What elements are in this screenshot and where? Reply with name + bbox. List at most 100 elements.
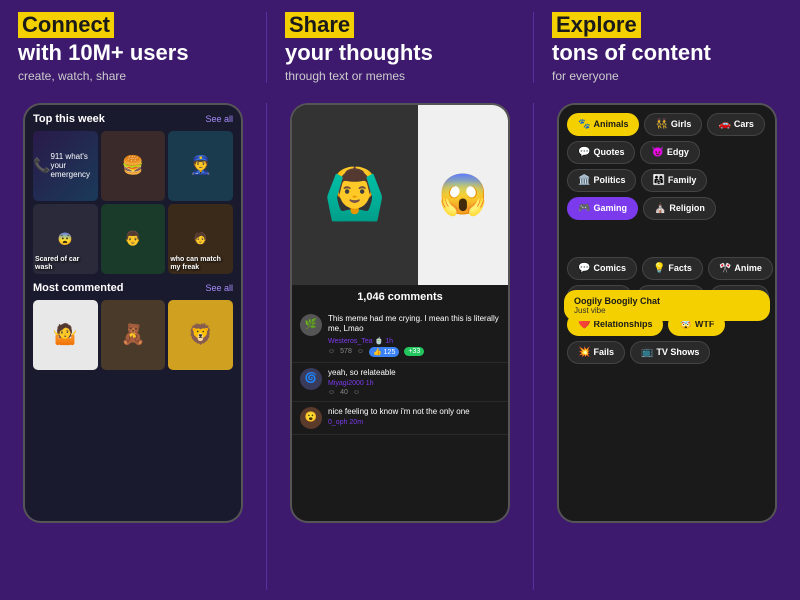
see-all-top[interactable]: See all — [205, 114, 233, 124]
tag-family[interactable]: 👨‍👩‍👧Family — [641, 169, 707, 192]
tags-row-5: 💬Comics 💡Facts 🎌Anime — [567, 257, 767, 280]
most-cell-0[interactable]: 🤷 — [33, 300, 98, 370]
header-sub-connect: create, watch, share — [18, 69, 248, 83]
tag-icon-gaming: 🎮 — [578, 203, 590, 214]
tag-label-tvshows: TV Shows — [656, 347, 699, 357]
comments-count: 1,046 comments — [292, 285, 508, 309]
tag-label-family: Family — [668, 175, 697, 185]
header-title-explore: tons of content — [552, 40, 782, 66]
react-blue-0: 👍 125 — [369, 347, 399, 357]
react-green-0: +33 — [404, 347, 424, 356]
grid-bg-1: 🍔 — [101, 131, 166, 201]
comment-item-2: 😮 nice feeling to know i'm not the only … — [292, 402, 508, 435]
tag-comics[interactable]: 💬Comics — [567, 257, 637, 280]
phone1-content: Top this week See all 📞911 what's your e… — [25, 105, 241, 521]
comment-text-2: nice feeling to know i'm not the only on… — [328, 407, 500, 417]
header-sub-explore: for everyone — [552, 69, 782, 83]
tag-icon-tvshows: 📺 — [641, 347, 653, 358]
grid-cell-3[interactable]: 😨 Scared of car wash — [33, 204, 98, 274]
panel-connect: Top this week See all 📞911 what's your e… — [0, 93, 266, 600]
tag-tvshows[interactable]: 📺TV Shows — [630, 341, 710, 364]
chat-popup-sub: Just vibe — [574, 306, 760, 315]
header-section-share: Share your thoughts through text or meme… — [267, 12, 534, 83]
grid-cell-4[interactable]: 👨 — [101, 204, 166, 274]
comment-item-1: 🌀 yeah, so relateable Miyagi2000 1h ☺ 40… — [292, 363, 508, 402]
tag-cars[interactable]: 🚗 Cars — [707, 113, 764, 136]
tag-religion[interactable]: ⛪Religion — [643, 197, 716, 220]
see-all-most[interactable]: See all — [205, 283, 233, 293]
tag-edgy[interactable]: 😈 Edgy — [640, 141, 699, 164]
panel-explore: 🐾Animals 👯 Girls 🚗 Cars 💬Quotes 😈 Edgy 🏛️Po… — [534, 93, 800, 600]
tag-label-gaming: Gaming — [593, 203, 627, 213]
tag-animals[interactable]: 🐾Animals — [567, 113, 639, 136]
header-title-connect: with 10M+ users — [18, 40, 248, 66]
tags-row-1: 🐾Animals 👯 Girls 🚗 Cars — [567, 113, 767, 136]
tag-icon-facts: 💡 — [653, 263, 665, 274]
grid-cell-2[interactable]: 👮 — [168, 131, 233, 201]
grid-cell-5[interactable]: 🧑 who can match my freak — [168, 204, 233, 274]
most-commented-title: Most commented — [33, 282, 123, 294]
most-commented-grid: 🤷 🧸 🦁 — [33, 300, 233, 513]
comment-avatar-2: 😮 — [300, 407, 322, 429]
comment-item-0: 🌿 This meme had me crying. I mean this i… — [292, 309, 508, 363]
tag-label-politics: Politics — [593, 175, 625, 185]
comment-avatar-0: 🌿 — [300, 314, 322, 336]
react-icon-1: ☺ — [328, 389, 335, 396]
meme-right-image: 😱 — [418, 105, 508, 285]
chat-popup[interactable]: Oogily Boogily Chat Just vibe — [564, 290, 770, 321]
grid-cell-1[interactable]: 🍔 — [101, 131, 166, 201]
header-title-share: your thoughts — [285, 40, 515, 66]
react-icon-0b: ☺ — [357, 348, 364, 355]
tags-row-8: 💥Fails 📺TV Shows — [567, 341, 767, 364]
comment-user-1: Miyagi2000 1h — [328, 380, 500, 387]
tag-label-edgy: Edgy — [667, 147, 689, 157]
top-week-header: Top this week See all — [33, 113, 233, 125]
tag-label-wtf: WTF — [695, 319, 715, 329]
tag-label-comics: Comics — [593, 263, 626, 273]
header-keyword-connect: Connect — [18, 12, 114, 38]
react-icon-0: ☺ — [328, 348, 335, 355]
chat-popup-title: Oogily Boogily Chat — [574, 296, 760, 306]
comment-text-0: This meme had me crying. I mean this is … — [328, 314, 500, 335]
most-cell-1[interactable]: 🧸 — [101, 300, 166, 370]
tag-label-anime: Anime — [734, 263, 762, 273]
tag-label-relationships: Relationships — [593, 319, 652, 329]
top-week-title: Top this week — [33, 113, 105, 125]
tag-label-quotes: Quotes — [593, 147, 624, 157]
tag-label-religion: Religion — [669, 203, 705, 213]
top-week-grid: 📞911 what's your emergency 🍔 👮 😨 Scared … — [33, 131, 233, 274]
grid-bg-0: 📞911 what's your emergency — [33, 131, 98, 201]
tag-anime[interactable]: 🎌Anime — [708, 257, 773, 280]
tag-icon-girls: 👯 — [655, 119, 667, 130]
phone3-content: 🐾Animals 👯 Girls 🚗 Cars 💬Quotes 😈 Edgy 🏛️Po… — [559, 105, 775, 521]
header-keyword-share: Share — [285, 12, 354, 38]
tag-icon-edgy: 😈 — [651, 147, 663, 158]
tag-quotes[interactable]: 💬Quotes — [567, 141, 635, 164]
tag-icon-religion: ⛪ — [654, 203, 666, 214]
tag-girls[interactable]: 👯 Girls — [644, 113, 702, 136]
tag-icon-anime: 🎌 — [719, 263, 731, 274]
panel-share: 🙆‍♂️ 😱 1,046 comments 🌿 This meme had me… — [267, 93, 533, 600]
tag-fails[interactable]: 💥Fails — [567, 341, 625, 364]
comment-user-2: 0_oph 20m — [328, 419, 500, 426]
meme-area: 🙆‍♂️ 😱 — [292, 105, 508, 285]
comment-body-1: yeah, so relateable Miyagi2000 1h ☺ 40 ☺ — [328, 368, 500, 396]
react-count-0: 578 — [340, 348, 352, 355]
tag-facts[interactable]: 💡Facts — [642, 257, 703, 280]
header-banner: Connect with 10M+ users create, watch, s… — [0, 0, 800, 93]
grid-caption-5: who can match my freak — [170, 256, 231, 271]
tag-gaming[interactable]: 🎮Gaming — [567, 197, 638, 220]
most-cell-2[interactable]: 🦁 — [168, 300, 233, 370]
tag-politics[interactable]: 🏛️Politics — [567, 169, 636, 192]
tag-icon-fails: 💥 — [578, 347, 590, 358]
most-commented-header: Most commented See all — [33, 282, 233, 294]
tag-label-fails: Fails — [593, 347, 614, 357]
grid-cell-0[interactable]: 📞911 what's your emergency — [33, 131, 98, 201]
tag-label-girls: Girls — [671, 119, 692, 129]
tags-row-4: 🎮Gaming ⛪Religion — [567, 197, 767, 220]
tag-icon-cars: 🚗 — [718, 119, 730, 130]
phone-mockup-1: Top this week See all 📞911 what's your e… — [23, 103, 243, 523]
header-section-connect: Connect with 10M+ users create, watch, s… — [0, 12, 267, 83]
header-sub-share: through text or memes — [285, 69, 515, 83]
tag-label-cars: Cars — [734, 119, 754, 129]
